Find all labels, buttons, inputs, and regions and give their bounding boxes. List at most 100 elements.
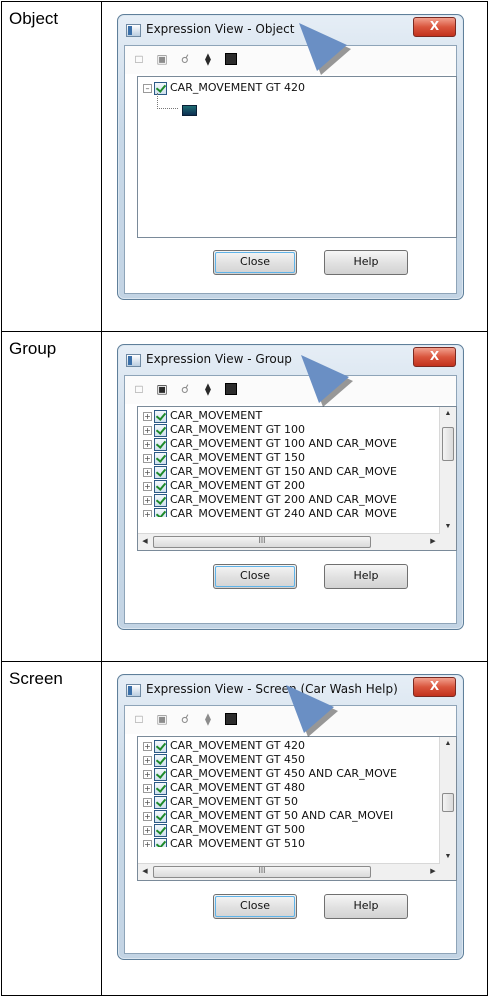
expression-tree[interactable]: + CAR_MOVEMENT GT 420 + CAR_MOVEMENT GT 45…: [137, 736, 457, 881]
expression-tree[interactable]: + CAR_MOVEMENT + CAR_MOVEMENT GT 100 + CAR_…: [137, 406, 457, 551]
help-button[interactable]: Help: [324, 250, 408, 275]
close-button[interactable]: Close: [213, 250, 297, 275]
tree-item[interactable]: + CAR_MOVEMENT GT 50: [138, 795, 456, 809]
expression-tree[interactable]: – CAR_MOVEMENT GT 420: [137, 76, 457, 238]
scroll-thumb-horizontal[interactable]: III: [153, 536, 371, 548]
checkbox-checked-icon[interactable]: [154, 810, 167, 823]
expand-icon[interactable]: +: [143, 742, 152, 751]
scroll-right-arrow-icon[interactable]: ▶: [426, 534, 440, 550]
screen-view-icon[interactable]: ☌: [178, 713, 192, 726]
scroll-down-arrow-icon[interactable]: ▼: [440, 850, 456, 864]
tree-item[interactable]: – CAR_MOVEMENT GT 420: [138, 81, 456, 95]
scroll-thumb-horizontal[interactable]: III: [153, 866, 371, 878]
tree-item[interactable]: + CAR_MOVEMENT: [138, 409, 456, 423]
copy-icon[interactable]: [224, 713, 238, 726]
expand-icon[interactable]: +: [143, 798, 152, 807]
dialog-title: Expression View - Screen (Car Wash Help): [146, 682, 398, 696]
checkbox-checked-icon[interactable]: [154, 494, 167, 507]
tree-item[interactable]: + CAR_MOVEMENT GT 200: [138, 479, 456, 493]
expand-icon[interactable]: +: [143, 426, 152, 435]
checkbox-checked-icon[interactable]: [154, 508, 167, 517]
close-button[interactable]: Close: [213, 564, 297, 589]
tree-item[interactable]: + CAR_MOVEMENT GT 420: [138, 739, 456, 753]
help-button[interactable]: Help: [324, 564, 408, 589]
checkbox-checked-icon[interactable]: [154, 438, 167, 451]
collapse-icon[interactable]: –: [143, 84, 152, 93]
scroll-up-arrow-icon[interactable]: ▲: [440, 737, 456, 751]
scroll-thumb[interactable]: [442, 427, 454, 461]
tree-item[interactable]: + CAR_MOVEMENT GT 450: [138, 753, 456, 767]
object-view-icon[interactable]: □: [132, 383, 146, 396]
checkbox-checked-icon[interactable]: [154, 480, 167, 493]
tree-item[interactable]: + CAR_MOVEMENT GT 100 AND CAR_MOVE: [138, 437, 456, 451]
checkbox-checked-icon[interactable]: [154, 824, 167, 837]
window-close-button[interactable]: X: [413, 677, 456, 697]
screen-view-icon[interactable]: ☌: [178, 53, 192, 66]
checkbox-checked-icon[interactable]: [154, 466, 167, 479]
tree-item[interactable]: + CAR_MOVEMENT GT 100: [138, 423, 456, 437]
checkbox-checked-icon[interactable]: [154, 424, 167, 437]
expand-icon[interactable]: +: [143, 496, 152, 505]
checkbox-checked-icon[interactable]: [154, 768, 167, 781]
tree-item[interactable]: + CAR_MOVEMENT GT 50 AND CAR_MOVEI: [138, 809, 456, 823]
object-view-icon[interactable]: □: [132, 53, 146, 66]
expand-icon[interactable]: +: [143, 412, 152, 421]
expand-tree-icon[interactable]: ⧫: [201, 713, 215, 726]
expand-icon[interactable]: +: [143, 840, 152, 847]
checkbox-checked-icon[interactable]: [154, 796, 167, 809]
expand-icon[interactable]: +: [143, 812, 152, 821]
scroll-right-arrow-icon[interactable]: ▶: [426, 864, 440, 880]
group-view-icon[interactable]: ▣: [155, 53, 169, 66]
tree-item[interactable]: + CAR_MOVEMENT GT 150: [138, 451, 456, 465]
copy-icon[interactable]: [224, 53, 238, 66]
checkbox-checked-icon[interactable]: [154, 740, 167, 753]
tree-item-label: CAR_MOVEMENT GT 50 AND CAR_MOVEI: [170, 809, 394, 822]
checkbox-checked-icon[interactable]: [154, 782, 167, 795]
checkbox-checked-icon[interactable]: [154, 838, 167, 847]
copy-icon[interactable]: [224, 383, 238, 396]
group-view-icon[interactable]: ▣: [155, 713, 169, 726]
scroll-up-arrow-icon[interactable]: ▲: [440, 407, 456, 421]
scroll-down-arrow-icon[interactable]: ▼: [440, 520, 456, 534]
help-button[interactable]: Help: [324, 894, 408, 919]
scroll-thumb[interactable]: [442, 793, 454, 812]
tree-item[interactable]: + CAR_MOVEMENT GT 450 AND CAR_MOVE: [138, 767, 456, 781]
title-bar[interactable]: Expression View - Object X: [118, 15, 463, 45]
checkbox-checked-icon[interactable]: [154, 754, 167, 767]
vertical-scrollbar[interactable]: ▲ ▼: [439, 737, 456, 864]
expand-icon[interactable]: +: [143, 826, 152, 835]
expand-icon[interactable]: +: [143, 468, 152, 477]
expand-tree-icon[interactable]: ⧫: [201, 53, 215, 66]
tree-item[interactable]: + CAR_MOVEMENT GT 500: [138, 823, 456, 837]
checkbox-checked-icon[interactable]: [154, 452, 167, 465]
horizontal-scrollbar[interactable]: ◀ III ▶: [138, 533, 440, 550]
expand-icon[interactable]: +: [143, 510, 152, 517]
vertical-scrollbar[interactable]: ▲ ▼: [439, 407, 456, 534]
group-view-icon[interactable]: ▣: [155, 383, 169, 396]
tree-item[interactable]: + CAR_MOVEMENT GT 240 AND CAR_MOVE: [138, 507, 456, 517]
expand-icon[interactable]: +: [143, 440, 152, 449]
expand-icon[interactable]: +: [143, 454, 152, 463]
scroll-corner: [440, 534, 456, 550]
checkbox-checked-icon[interactable]: [154, 410, 167, 423]
close-button[interactable]: Close: [213, 894, 297, 919]
expand-icon[interactable]: +: [143, 770, 152, 779]
pointer-arrow-icon: [286, 685, 338, 737]
horizontal-scrollbar[interactable]: ◀ III ▶: [138, 863, 440, 880]
expand-icon[interactable]: +: [143, 482, 152, 491]
object-node-icon[interactable]: [182, 105, 197, 116]
screen-view-icon[interactable]: ☌: [178, 383, 192, 396]
window-close-button[interactable]: X: [413, 17, 456, 37]
tree-item[interactable]: + CAR_MOVEMENT GT 200 AND CAR_MOVE: [138, 493, 456, 507]
object-view-icon[interactable]: □: [132, 713, 146, 726]
expand-icon[interactable]: +: [143, 784, 152, 793]
expand-tree-icon[interactable]: ⧫: [201, 383, 215, 396]
tree-item[interactable]: + CAR_MOVEMENT GT 150 AND CAR_MOVE: [138, 465, 456, 479]
tree-item[interactable]: + CAR_MOVEMENT GT 480: [138, 781, 456, 795]
window-close-button[interactable]: X: [413, 347, 456, 367]
expand-icon[interactable]: +: [143, 756, 152, 765]
scroll-left-arrow-icon[interactable]: ◀: [138, 534, 152, 550]
tree-item[interactable]: + CAR_MOVEMENT GT 510: [138, 837, 456, 847]
title-bar[interactable]: Expression View - Group X: [118, 345, 463, 375]
scroll-left-arrow-icon[interactable]: ◀: [138, 864, 152, 880]
